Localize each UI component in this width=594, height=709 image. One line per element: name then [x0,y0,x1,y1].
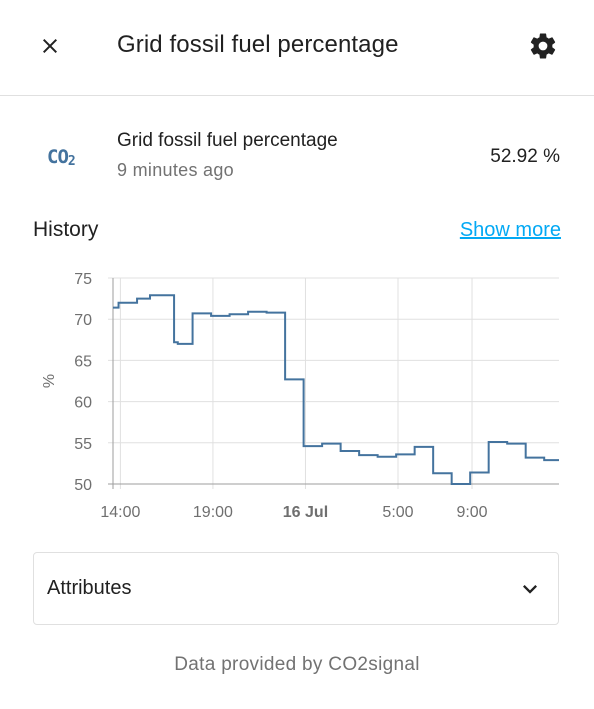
co2-icon: CO2 [47,146,76,169]
entity-last-changed: 9 minutes ago [117,160,234,180]
dialog-title: Grid fossil fuel percentage [117,31,399,58]
attributes-expander[interactable]: Attributes [33,552,559,625]
x-tick-label: 9:00 [456,504,487,521]
entity-row: CO2 Grid fossil fuel percentage 9 minute… [0,120,594,190]
series-line [113,294,559,485]
y-tick-label: 55 [74,436,92,453]
settings-button[interactable] [517,22,569,70]
y-tick-label: 70 [74,312,92,329]
chevron-down-icon [523,585,537,594]
entity-state: 52.92 % [490,146,560,167]
dialog-header: Grid fossil fuel percentage [0,0,594,96]
x-tick-label: 16 Jul [283,504,328,521]
y-tick-label: 60 [74,395,92,412]
close-button[interactable] [24,22,76,70]
x-tick-label: 19:00 [193,504,233,521]
history-chart: 50 55 60 65 70 75 14:00 19:00 16 Jul 5:00 9:00% [41,271,559,521]
y-axis-label: % [41,374,58,388]
attributes-label: Attributes [47,577,132,599]
chevron-down-button[interactable] [516,575,544,603]
y-tick-label: 65 [74,353,92,370]
y-tick-label: 75 [74,271,92,288]
y-tick-label: 50 [74,477,92,494]
history-title: History [33,218,99,241]
entity-name: Grid fossil fuel percentage [117,130,338,151]
x-tick-label: 5:00 [382,504,413,521]
attribution-text: Data provided by CO2signal [174,654,420,675]
close-icon [43,39,57,53]
gear-icon [530,33,556,59]
x-tick-label: 14:00 [100,504,140,521]
show-more-link[interactable]: Show more [460,219,561,242]
